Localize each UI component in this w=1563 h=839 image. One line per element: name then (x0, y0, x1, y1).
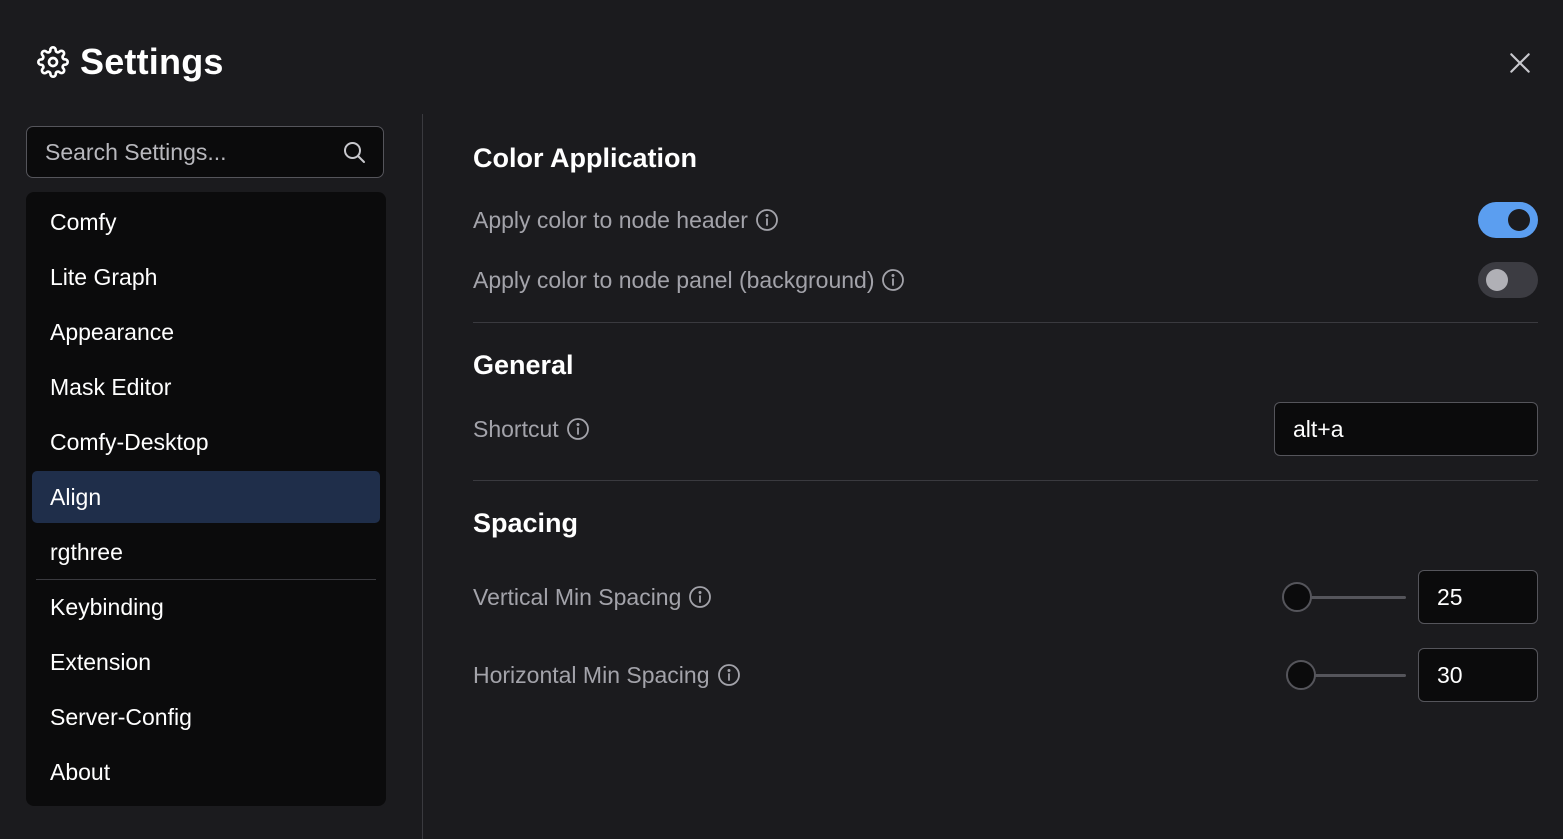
sidebar-item-label: Comfy (50, 208, 117, 235)
sidebar-item-label: Extension (50, 648, 152, 675)
setting-label: Shortcut (473, 416, 591, 443)
toggle-knob (1486, 269, 1508, 291)
sidebar-item-lite-graph[interactable]: Lite Graph (32, 251, 380, 303)
setting-label-text: Horizontal Min Spacing (473, 661, 710, 688)
sidebar-item-label: Appearance (50, 318, 175, 345)
setting-row-shortcut: Shortcut (473, 402, 1538, 456)
sidebar-item-label: Lite Graph (50, 263, 158, 290)
shortcut-input[interactable] (1274, 402, 1538, 456)
info-icon[interactable] (565, 416, 591, 442)
sidebar-item-comfy[interactable]: Comfy (32, 196, 380, 248)
section-title-general: General (473, 350, 574, 380)
sidebar-item-appearance[interactable]: Appearance (32, 306, 380, 358)
settings-content: Color Application Apply color to node he… (473, 140, 1538, 702)
setting-label: Horizontal Min Spacing (473, 662, 742, 689)
section-divider (473, 480, 1538, 481)
info-icon[interactable] (716, 662, 742, 688)
sidebar-item-align[interactable]: Align (32, 471, 380, 523)
horizontal-spacing-slider[interactable] (1286, 659, 1406, 691)
section-title-spacing: Spacing (473, 508, 579, 538)
sidebar-item-label: Server-Config (50, 703, 192, 730)
settings-category-list: Comfy Lite Graph Appearance Mask Editor … (26, 192, 386, 806)
horizontal-spacing-control (1286, 648, 1538, 702)
setting-row-node-panel: Apply color to node panel (background) (473, 260, 1538, 300)
slider-thumb[interactable] (1282, 582, 1312, 612)
info-icon[interactable] (880, 267, 906, 293)
sidebar-divider (36, 579, 376, 580)
close-icon (1507, 50, 1533, 76)
setting-row-node-header: Apply color to node header (473, 200, 1538, 240)
setting-label-text: Apply color to node header (473, 206, 748, 233)
info-icon[interactable] (687, 584, 713, 610)
setting-row-horizontal-spacing: Horizontal Min Spacing (473, 648, 1538, 702)
setting-label: Apply color to node header (473, 207, 780, 234)
sidebar-item-comfy-desktop[interactable]: Comfy-Desktop (32, 416, 380, 468)
sidebar-item-rgthree[interactable]: rgthree (32, 526, 380, 578)
search-box (26, 126, 384, 178)
sidebar-item-label: Keybinding (50, 593, 164, 620)
vertical-spacing-slider[interactable] (1282, 581, 1406, 613)
section-divider (473, 322, 1538, 323)
dialog-title: Settings (80, 41, 224, 82)
dialog-header: Settings (36, 40, 224, 84)
gear-icon (36, 45, 70, 79)
node-panel-color-toggle[interactable] (1478, 262, 1538, 298)
sidebar-item-server-config[interactable]: Server-Config (32, 691, 380, 743)
sidebar-item-about[interactable]: About (32, 746, 380, 798)
toggle-knob (1508, 209, 1530, 231)
settings-dialog: Settings Comfy Lite Graph Appearance (0, 0, 1563, 839)
search-input[interactable] (27, 127, 341, 177)
sidebar-item-label: Comfy-Desktop (50, 428, 209, 455)
panel-divider (422, 114, 423, 839)
sidebar-item-label: Mask Editor (50, 373, 172, 400)
sidebar-item-label: About (50, 758, 111, 785)
sidebar-item-label: rgthree (50, 538, 123, 565)
sidebar-item-keybinding[interactable]: Keybinding (32, 581, 380, 633)
sidebar-item-extension[interactable]: Extension (32, 636, 380, 688)
info-icon[interactable] (754, 207, 780, 233)
sidebar-item-label: Align (50, 483, 102, 510)
slider-thumb[interactable] (1286, 660, 1316, 690)
close-button[interactable] (1503, 46, 1537, 80)
setting-row-vertical-spacing: Vertical Min Spacing (473, 570, 1538, 624)
setting-label: Vertical Min Spacing (473, 584, 713, 611)
vertical-spacing-control (1282, 570, 1538, 624)
horizontal-spacing-input[interactable] (1418, 648, 1538, 702)
setting-label-text: Vertical Min Spacing (473, 583, 682, 610)
search-icon[interactable] (341, 139, 367, 165)
section-title-color-application: Color Application (473, 143, 697, 173)
setting-label-text: Shortcut (473, 415, 559, 442)
sidebar-item-mask-editor[interactable]: Mask Editor (32, 361, 380, 413)
vertical-spacing-input[interactable] (1418, 570, 1538, 624)
node-header-color-toggle[interactable] (1478, 202, 1538, 238)
setting-label: Apply color to node panel (background) (473, 267, 906, 294)
setting-label-text: Apply color to node panel (background) (473, 266, 875, 293)
